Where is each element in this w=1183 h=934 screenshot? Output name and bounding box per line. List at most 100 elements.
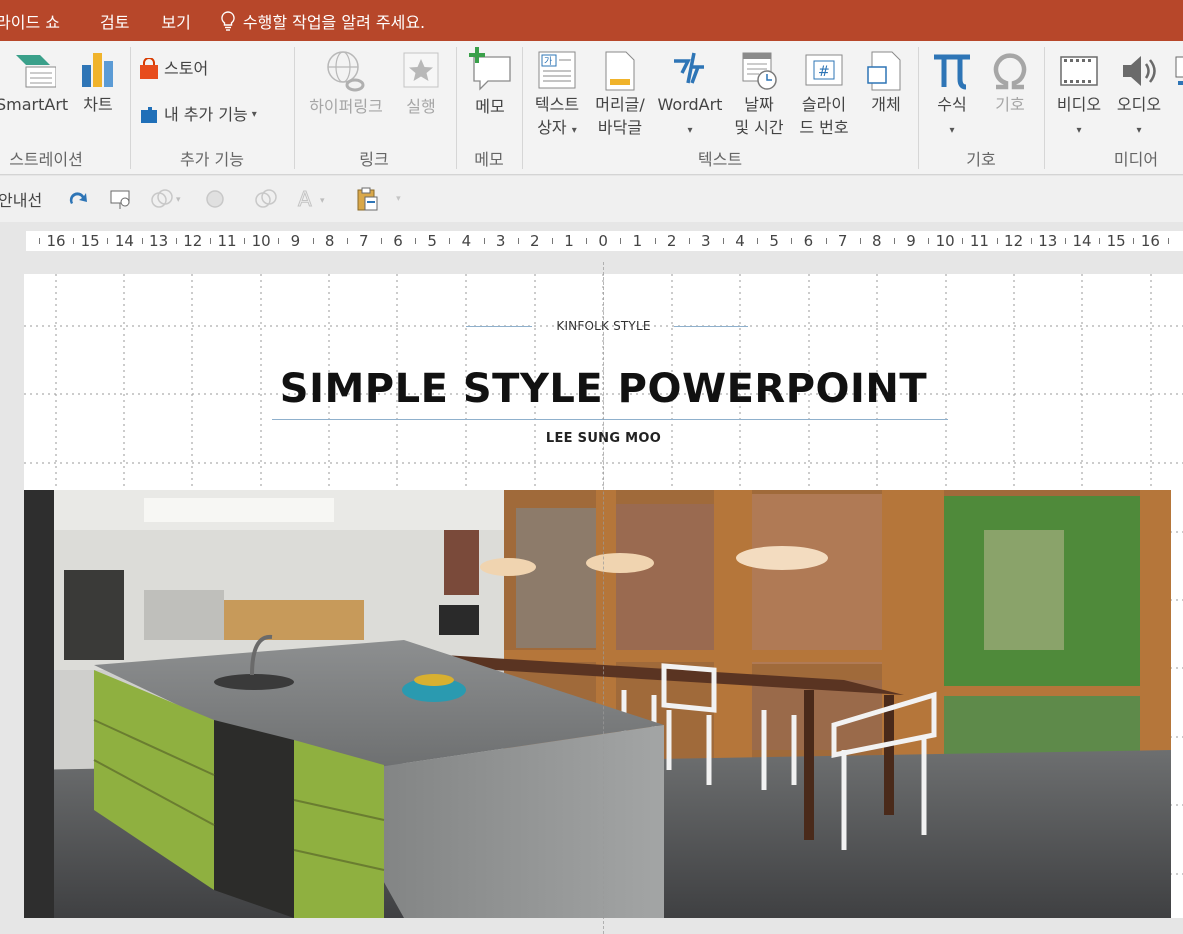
ruler-tick bbox=[312, 238, 314, 244]
tell-me-box[interactable]: 수행할 작업을 알려 주세요. bbox=[219, 9, 425, 33]
ruler-tick bbox=[107, 238, 109, 244]
tab-review[interactable]: 검토 bbox=[100, 9, 129, 33]
title-underline bbox=[272, 419, 948, 420]
shape-union-button[interactable]: ▾ bbox=[150, 187, 184, 211]
screen-recording-partial[interactable] bbox=[1174, 53, 1183, 133]
shape-intersect-button[interactable] bbox=[254, 187, 280, 211]
tell-me-text: 수행할 작업을 알려 주세요. bbox=[242, 12, 426, 32]
clipboard-paste-button[interactable] bbox=[354, 186, 380, 212]
comment-button[interactable]: 메모 bbox=[462, 47, 518, 118]
vertical-center-guide bbox=[603, 262, 604, 934]
ruler-tick bbox=[346, 238, 348, 244]
group-separator bbox=[456, 47, 457, 169]
kitchen-photo[interactable] bbox=[24, 490, 1171, 918]
svg-text:가: 가 bbox=[544, 56, 552, 67]
action-star-icon bbox=[403, 52, 439, 88]
text-effects-button[interactable]: A ▾ bbox=[296, 187, 336, 211]
redo-button[interactable] bbox=[66, 188, 92, 210]
group-separator bbox=[1044, 47, 1045, 169]
equation-label: 수식 bbox=[937, 95, 967, 114]
action-button[interactable]: 실행 bbox=[398, 49, 444, 118]
smartart-icon bbox=[16, 55, 56, 88]
intersect-shapes-icon bbox=[255, 189, 277, 208]
hyperlink-button[interactable]: 하이퍼링크 bbox=[300, 49, 392, 118]
ruler-number: 16 bbox=[46, 232, 66, 250]
presenter-view-button[interactable] bbox=[108, 187, 134, 211]
ruler-number: 13 bbox=[149, 232, 169, 250]
ruler-number: 3 bbox=[701, 232, 711, 250]
guides-label[interactable]: 안내선 bbox=[0, 187, 42, 211]
horizontal-ruler[interactable]: 16 15 14 13 12 11 10 9 8 7 6 5 4 3 2 1 0 1 2 3 4 5 6 7 8 9 10 11 12 1… bbox=[26, 231, 1183, 251]
header-footer-button[interactable]: 머리글/ 바닥글 bbox=[588, 49, 652, 139]
group-separator bbox=[522, 47, 523, 169]
chart-button[interactable]: 차트 bbox=[72, 49, 124, 116]
ruler-tick bbox=[1167, 238, 1169, 244]
svg-text:▾: ▾ bbox=[320, 196, 325, 206]
group-label-links: 링크 bbox=[359, 150, 389, 169]
ruler-number: 4 bbox=[461, 232, 472, 250]
shape-combine-button[interactable] bbox=[204, 187, 230, 211]
smartart-button[interactable]: SmartArt bbox=[0, 49, 69, 116]
ruler-tick bbox=[1064, 238, 1066, 244]
date-time-button[interactable]: 날짜 및 시간 bbox=[728, 49, 790, 139]
group-label-text: 텍스트 bbox=[697, 150, 743, 169]
textbox-label-1: 텍스트 bbox=[534, 95, 580, 114]
ruler-number: 6 bbox=[803, 232, 814, 250]
quick-access-toolbar: 안내선 ▾ A ▾ ▾ bbox=[0, 176, 1183, 222]
speaker-icon bbox=[1123, 56, 1156, 86]
video-button[interactable]: 비디오 ▾ bbox=[1050, 49, 1108, 142]
group-label-addins: 추가 기능 bbox=[180, 150, 244, 169]
screen-recording-icon bbox=[1175, 56, 1183, 85]
symbol-button[interactable]: 기호 bbox=[984, 47, 1036, 116]
ruler-number: 7 bbox=[837, 232, 848, 250]
wordart-label: WordArt bbox=[657, 95, 723, 114]
textbox-button[interactable]: 가 텍스트 상자 ▾ bbox=[528, 49, 586, 142]
ruler-tick bbox=[893, 238, 895, 244]
group-separator bbox=[130, 47, 131, 169]
ribbon-tab-bar: 라이드 쇼 검토 보기 수행할 작업을 알려 주세요. bbox=[0, 0, 1183, 41]
chevron-down-icon: ▾ bbox=[396, 194, 401, 204]
chevron-down-icon: ▾ bbox=[949, 125, 955, 136]
action-label: 실행 bbox=[406, 97, 436, 116]
ruler-number: 10 bbox=[251, 232, 271, 250]
audio-label: 오디오 bbox=[1116, 95, 1162, 114]
ruler-tick bbox=[620, 238, 622, 244]
chevron-down-icon: ▾ bbox=[687, 125, 693, 136]
symbol-label: 기호 bbox=[995, 95, 1025, 114]
ruler-tick bbox=[483, 238, 485, 244]
ruler-number: 14 bbox=[1072, 232, 1092, 250]
store-button[interactable]: 스토어 bbox=[138, 57, 208, 80]
object-icon bbox=[867, 51, 901, 91]
equation-button[interactable]: 수식 ▾ bbox=[926, 47, 978, 142]
object-button[interactable]: 개체 bbox=[860, 49, 912, 116]
ruler-tick bbox=[449, 238, 451, 244]
svg-text:A: A bbox=[298, 187, 312, 211]
ruler-tick bbox=[928, 238, 930, 244]
ruler-number: 3 bbox=[495, 232, 506, 250]
smartart-label: SmartArt bbox=[0, 95, 69, 114]
chevron-down-icon: ▾ bbox=[251, 109, 257, 120]
ruler-number: 11 bbox=[969, 232, 989, 250]
hyperlink-globe-icon bbox=[327, 51, 365, 92]
ruler-tick bbox=[962, 238, 964, 244]
wordart-button[interactable]: WordArt ▾ bbox=[652, 49, 728, 142]
my-addins-button[interactable]: 내 추가 기능 ▾ bbox=[138, 103, 257, 126]
ruler-tick bbox=[1099, 238, 1101, 244]
omega-icon bbox=[993, 53, 1027, 90]
qat-customize-button[interactable]: ▾ bbox=[396, 194, 401, 204]
slide-number-button[interactable]: # 슬라이 드 번호 bbox=[790, 49, 858, 139]
audio-button[interactable]: 오디오 ▾ bbox=[1110, 49, 1168, 142]
redo-icon bbox=[70, 192, 88, 204]
object-label: 개체 bbox=[871, 95, 901, 114]
ruler-number: 11 bbox=[217, 232, 237, 250]
chevron-down-icon: ▾ bbox=[1136, 125, 1142, 136]
tab-slideshow[interactable]: 라이드 쇼 bbox=[0, 9, 60, 33]
ruler-number: 9 bbox=[906, 232, 916, 250]
ruler-tick bbox=[244, 238, 246, 244]
ruler-area: 16 15 14 13 12 11 10 9 8 7 6 5 4 3 2 1 0 1 2 3 4 5 6 7 8 9 10 11 12 1… bbox=[0, 222, 1183, 262]
wordart-icon bbox=[674, 52, 704, 84]
ruler-number: 8 bbox=[324, 232, 335, 250]
ruler-number: 15 bbox=[80, 232, 100, 250]
tab-view[interactable]: 보기 bbox=[161, 9, 190, 33]
slide-number-label-2: 드 번호 bbox=[799, 118, 849, 137]
